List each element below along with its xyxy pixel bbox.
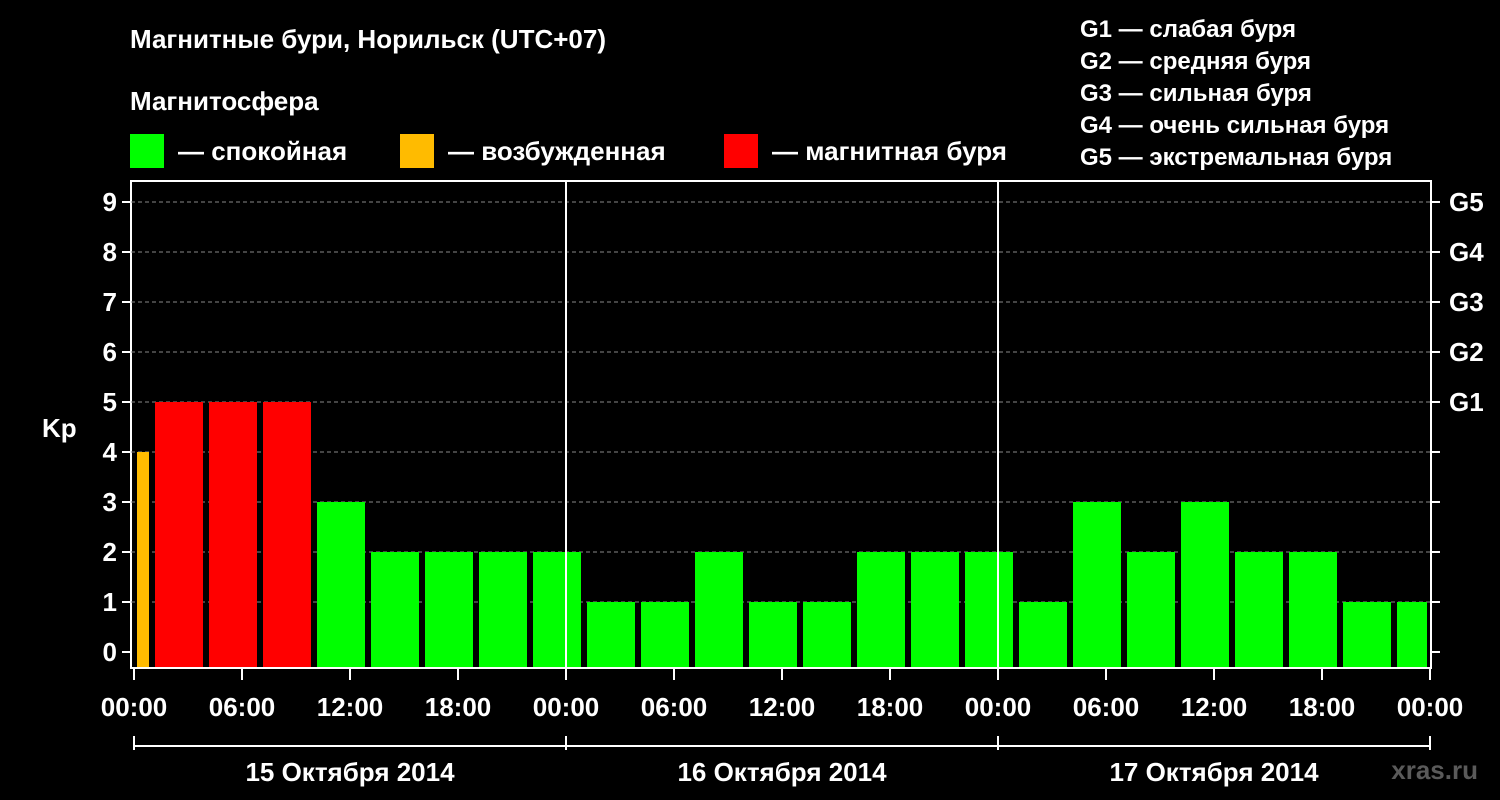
bar-17 xyxy=(1019,602,1067,667)
x-tick-label-11: 18:00 xyxy=(1289,692,1356,722)
x-tick-label-6: 12:00 xyxy=(749,692,816,722)
y-tick-label-3: 3 xyxy=(103,487,117,517)
bar-24 xyxy=(1397,602,1427,667)
bar-11 xyxy=(695,552,743,667)
x-tick-label-5: 06:00 xyxy=(641,692,708,722)
y-tick-label-1: 1 xyxy=(103,587,117,617)
bar-15 xyxy=(911,552,959,667)
bar-4 xyxy=(317,502,365,667)
right-tick-label-g2: G2 xyxy=(1449,337,1484,367)
y-tick-label-0: 0 xyxy=(103,637,117,667)
bar-21 xyxy=(1235,552,1283,667)
y-tick-label-8: 8 xyxy=(103,237,117,267)
bar-7 xyxy=(479,552,527,667)
y-tick-label-9: 9 xyxy=(103,187,117,217)
bar-13 xyxy=(803,602,851,667)
bar-20 xyxy=(1181,502,1229,667)
x-tick-label-10: 12:00 xyxy=(1181,692,1248,722)
bar-6 xyxy=(425,552,473,667)
right-tick-label-g1: G1 xyxy=(1449,387,1484,417)
x-tick-label-4: 00:00 xyxy=(533,692,600,722)
bar-2 xyxy=(209,402,257,667)
bar-23 xyxy=(1343,602,1391,667)
kp-bar-chart: 0 1 2 3 4 5 6 7 8 9 Kp G1 G2 G3 G4 G5 00:00 06:00 12:00 18:… xyxy=(42,180,1484,787)
bar-12 xyxy=(749,602,797,667)
bar-10 xyxy=(641,602,689,667)
right-tick-label-g5: G5 xyxy=(1449,187,1484,217)
bar-1 xyxy=(155,402,203,667)
bar-14 xyxy=(857,552,905,667)
bar-5 xyxy=(371,552,419,667)
bar-16 xyxy=(965,552,1013,667)
right-tick-label-g3: G3 xyxy=(1449,287,1484,317)
bar-22 xyxy=(1289,552,1337,667)
x-tick-label-3: 18:00 xyxy=(425,692,492,722)
bar-3 xyxy=(263,402,311,667)
x-tick-label-7: 18:00 xyxy=(857,692,924,722)
x-tick-label-0: 00:00 xyxy=(101,692,168,722)
bar-0 xyxy=(137,452,149,667)
bar-8 xyxy=(533,552,581,667)
bar-19 xyxy=(1127,552,1175,667)
day-label-2: 17 Октября 2014 xyxy=(1109,757,1319,787)
y-tick-label-6: 6 xyxy=(103,337,117,367)
x-tick-label-9: 06:00 xyxy=(1073,692,1140,722)
y-tick-label-2: 2 xyxy=(103,537,117,567)
y-axis-label: Kp xyxy=(42,413,77,443)
x-tick-label-12: 00:00 xyxy=(1397,692,1464,722)
watermark: xras.ru xyxy=(1391,755,1478,785)
day-label-1: 16 Октября 2014 xyxy=(677,757,887,787)
x-tick-label-2: 12:00 xyxy=(317,692,384,722)
bar-18 xyxy=(1073,502,1121,667)
y-tick-label-5: 5 xyxy=(103,387,117,417)
bar-9 xyxy=(587,602,635,667)
right-tick-label-g4: G4 xyxy=(1449,237,1484,267)
x-tick-label-8: 00:00 xyxy=(965,692,1032,722)
x-tick-label-1: 06:00 xyxy=(209,692,276,722)
day-label-0: 15 Октября 2014 xyxy=(245,757,455,787)
y-tick-label-4: 4 xyxy=(103,437,118,467)
y-tick-label-7: 7 xyxy=(103,287,117,317)
